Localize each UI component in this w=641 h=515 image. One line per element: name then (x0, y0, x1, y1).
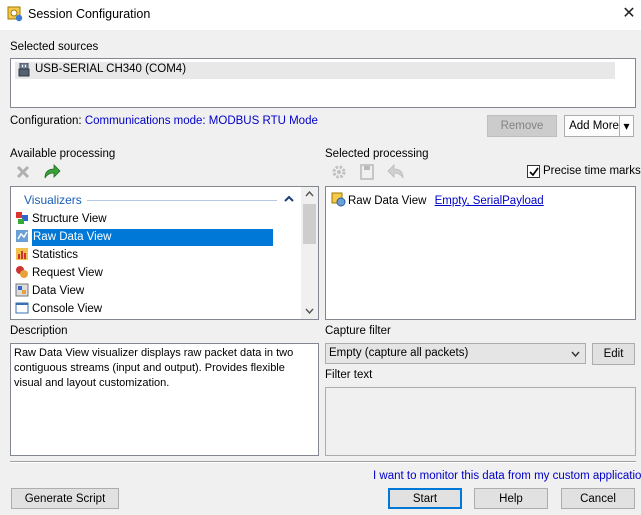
settings-gear-icon[interactable] (331, 164, 347, 180)
source-item[interactable]: USB-SERIAL CH340 (COM4) (15, 62, 615, 79)
data-view-icon (15, 283, 29, 297)
description-text: Raw Data View visualizer displays raw pa… (10, 343, 319, 456)
vertical-scrollbar[interactable] (301, 187, 318, 319)
list-item-label: Structure View (32, 213, 107, 225)
list-item-console-view[interactable]: Console View (15, 301, 102, 318)
statistics-icon (16, 248, 28, 260)
separator-highlight (10, 462, 636, 463)
scroll-up-arrow-icon[interactable] (305, 191, 314, 197)
list-item-data-view[interactable]: Data View (15, 283, 84, 300)
scroll-down-arrow-icon[interactable] (305, 308, 314, 314)
description-label: Description (10, 325, 68, 337)
configuration-link[interactable]: Communications mode: MODBUS RTU Mode (85, 115, 318, 127)
list-item-statistics[interactable]: Statistics (15, 247, 78, 264)
list-item-label: Statistics (32, 249, 79, 261)
window-title: Session Configuration (28, 7, 151, 21)
close-button[interactable]: ✕ (618, 3, 640, 25)
remove-button[interactable]: Remove (487, 115, 557, 137)
chevron-down-icon (571, 351, 580, 357)
add-more-dropdown-arrow[interactable]: ▾ (619, 115, 634, 137)
list-item-label: Request View (32, 267, 103, 279)
raw-data-view-config-icon (331, 192, 346, 207)
available-processing-list[interactable]: Visualizers Structure View Raw Data View… (10, 186, 319, 320)
structure-view-icon (16, 212, 28, 224)
add-arrow-icon[interactable] (43, 164, 61, 180)
group-divider (87, 200, 277, 201)
source-item-label: USB-SERIAL CH340 (COM4) (35, 63, 187, 75)
list-item-request-view[interactable]: Request View (15, 265, 103, 282)
edit-filter-button[interactable]: Edit (592, 343, 635, 365)
selected-processing-item[interactable]: Raw Data View Empty, SerialPayload (331, 192, 544, 207)
help-button[interactable]: Help (474, 488, 548, 509)
console-view-icon (15, 302, 29, 314)
selected-sources-list[interactable]: USB-SERIAL CH340 (COM4) (10, 58, 636, 108)
undo-arrow-icon[interactable] (387, 164, 405, 180)
save-icon[interactable] (359, 164, 375, 180)
app-icon (7, 6, 23, 22)
scrollbar-thumb[interactable] (303, 204, 316, 244)
selected-processing-list[interactable]: Raw Data View Empty, SerialPayload (325, 186, 636, 320)
available-processing-label: Available processing (10, 148, 116, 160)
precise-time-marks-checkbox[interactable] (527, 165, 540, 178)
precise-time-marks-label[interactable]: Precise time marks (543, 165, 641, 177)
collapse-chevron-icon[interactable] (284, 195, 294, 203)
selected-item-label: Raw Data View (348, 195, 427, 207)
capture-filter-select[interactable]: Empty (capture all packets) (325, 343, 586, 364)
request-view-icon (16, 266, 28, 278)
capture-filter-value: Empty (capture all packets) (329, 347, 469, 359)
selected-sources-label: Selected sources (10, 41, 99, 53)
configuration-label: Configuration: (10, 115, 82, 127)
raw-data-view-icon (16, 230, 28, 242)
list-item-label: Console View (32, 303, 103, 315)
delete-icon[interactable] (15, 164, 31, 180)
list-item-label: Data View (32, 285, 85, 297)
check-mark-icon (529, 167, 539, 177)
usb-plug-icon (18, 63, 30, 77)
selected-item-config-link[interactable]: Empty, SerialPayload (435, 195, 544, 207)
configuration-row: Configuration: Communications mode: MODB… (10, 115, 318, 127)
cancel-button[interactable]: Cancel (561, 488, 635, 509)
list-item-label: Raw Data View (33, 231, 112, 243)
custom-application-link[interactable]: I want to monitor this data from my cust… (373, 470, 641, 482)
selected-processing-label: Selected processing (325, 148, 429, 160)
add-more-button[interactable]: Add More (564, 115, 624, 137)
visualizers-group-header[interactable]: Visualizers (24, 193, 82, 207)
list-item-structure-view[interactable]: Structure View (15, 211, 107, 228)
filter-text-area[interactable] (325, 387, 636, 456)
list-item-raw-data-view[interactable]: Raw Data View (15, 229, 273, 246)
start-button[interactable]: Start (388, 488, 462, 509)
capture-filter-label: Capture filter (325, 325, 391, 337)
generate-script-button[interactable]: Generate Script (11, 488, 119, 509)
filter-text-label: Filter text (325, 369, 373, 381)
